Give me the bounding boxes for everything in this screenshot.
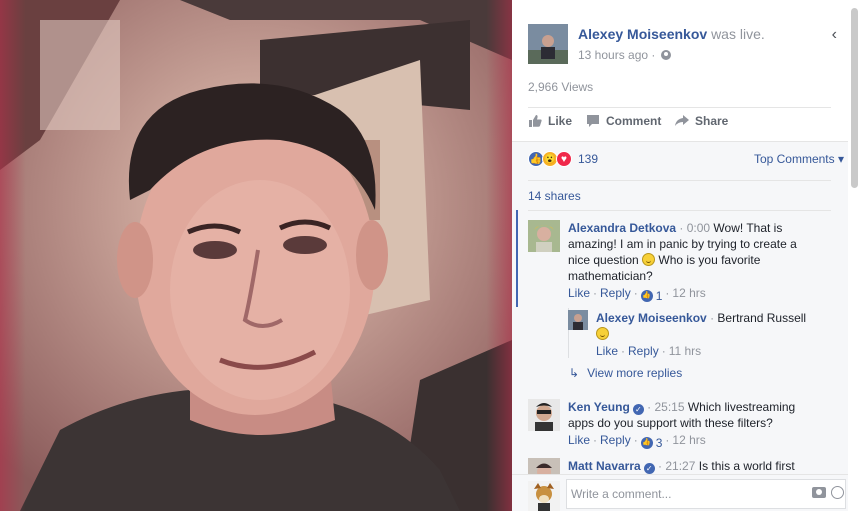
- replier-name[interactable]: Alexey Moiseenkov: [596, 311, 707, 325]
- verified-badge-icon: ✓: [643, 463, 655, 474]
- like-label: Like: [548, 114, 573, 128]
- thumbs-up-icon: 👍: [640, 290, 653, 302]
- commenter-avatar[interactable]: [528, 220, 560, 252]
- commenter-name[interactable]: Ken Yeung: [568, 400, 630, 414]
- comment-highlight-bar: [516, 210, 518, 307]
- post-actions: Like Comment Share: [528, 114, 831, 134]
- share-arrow-icon: [675, 115, 689, 126]
- post-time-link[interactable]: 13 hours ago: [578, 48, 648, 62]
- panel-scrollbar[interactable]: [851, 8, 858, 188]
- reactions-summary[interactable]: 👍 😮 ♥ 139: [528, 151, 598, 167]
- verified-badge-icon: ✓: [632, 404, 644, 415]
- commenter-name[interactable]: Alexandra Detkova: [568, 221, 676, 235]
- comment-bubble-icon: [587, 115, 599, 127]
- reply-text: Bertrand Russell: [714, 311, 807, 325]
- reaction-count[interactable]: 139: [578, 152, 598, 166]
- comment-text: Is this a world first: [695, 459, 795, 473]
- reply-like-link[interactable]: Like: [596, 344, 618, 358]
- video-stylized-portrait: [0, 0, 512, 511]
- divider: [528, 107, 831, 108]
- reply-arrow-icon: ↳: [569, 366, 580, 380]
- live-video-viewer: Alexey Moiseenkov was live. 13 hours ago…: [0, 0, 861, 511]
- thumbs-up-icon: 👍: [640, 437, 653, 449]
- commenter-avatar[interactable]: [528, 399, 560, 431]
- reply-reply-link[interactable]: Reply: [628, 344, 659, 358]
- comment-reply-link[interactable]: Reply: [600, 286, 631, 300]
- smile-emoji-icon: [596, 327, 609, 340]
- comment-reply-link[interactable]: Reply: [600, 433, 631, 447]
- comment-timestamp[interactable]: · 0:00: [679, 221, 710, 235]
- smiley-icon[interactable]: [831, 486, 844, 499]
- share-label: Share: [695, 114, 729, 128]
- post-author-line: Alexey Moiseenkov was live.: [578, 26, 765, 42]
- view-more-replies-link[interactable]: ↳ View more replies: [569, 366, 682, 380]
- author-avatar[interactable]: [528, 24, 568, 64]
- my-avatar: [528, 481, 560, 511]
- chevron-left-icon[interactable]: ‹: [832, 26, 837, 44]
- divider: [528, 180, 831, 181]
- comment-input[interactable]: [566, 479, 846, 509]
- comment-body: Alexandra Detkova · 0:00 Wow! That is am…: [568, 220, 808, 304]
- comment-actions: Like · Reply · 👍 1 · 12 hrs: [568, 286, 706, 304]
- thumbs-up-icon: [529, 115, 542, 127]
- smile-emoji-icon: [642, 253, 656, 266]
- share-button[interactable]: Share: [675, 114, 728, 128]
- comment-body: Matt Navarra ✓ · 21:27 Is this a world fi…: [568, 458, 808, 474]
- reply-age[interactable]: 11 hrs: [669, 344, 701, 358]
- comment-age[interactable]: 12 hrs: [672, 286, 705, 300]
- camera-icon[interactable]: [812, 487, 826, 498]
- top-comments-dropdown[interactable]: Top Comments ▾: [754, 152, 844, 166]
- live-status-text: was live.: [711, 26, 765, 42]
- divider: [528, 210, 831, 211]
- comment-like-count[interactable]: 👍 3: [640, 435, 662, 451]
- time-separator: ·: [651, 48, 656, 62]
- comment-like-link[interactable]: Like: [568, 433, 590, 447]
- comment-actions: Like · Reply · 👍 3 · 12 hrs: [568, 433, 706, 451]
- post-timestamp: 13 hours ago ·: [578, 48, 672, 62]
- globe-privacy-icon[interactable]: [661, 50, 672, 60]
- comment-like-link[interactable]: Like: [568, 286, 590, 300]
- commenter-name[interactable]: Matt Navarra: [568, 459, 641, 473]
- view-more-replies-label: View more replies: [587, 366, 683, 380]
- comment-age[interactable]: 12 hrs: [672, 433, 705, 447]
- reply-actions: Like · Reply · 11 hrs: [596, 344, 702, 358]
- comment-composer: [512, 474, 848, 511]
- side-panel: Alexey Moiseenkov was live. 13 hours ago…: [512, 0, 861, 511]
- shares-count-link[interactable]: 14 shares: [528, 189, 581, 203]
- video-frame[interactable]: [0, 0, 512, 511]
- comment-body: Ken Yeung ✓ · 25:15 Which livestreaming a…: [568, 399, 808, 451]
- comment-timestamp[interactable]: · 25:15: [647, 400, 684, 414]
- comment-button[interactable]: Comment: [586, 114, 661, 128]
- like-button[interactable]: Like: [528, 114, 572, 128]
- comment-like-count[interactable]: 👍 1: [640, 288, 662, 304]
- post-header: Alexey Moiseenkov was live. 13 hours ago…: [528, 24, 837, 64]
- comment-timestamp[interactable]: · 21:27: [658, 459, 695, 473]
- replier-avatar[interactable]: [568, 310, 588, 330]
- author-name-link[interactable]: Alexey Moiseenkov: [578, 26, 707, 42]
- love-reaction-icon: ♥: [556, 151, 572, 167]
- comment-label: Comment: [606, 114, 662, 128]
- views-count: 2,966 Views: [528, 80, 594, 94]
- reply-body: Alexey Moiseenkov · Bertrand Russell Lik…: [596, 310, 814, 359]
